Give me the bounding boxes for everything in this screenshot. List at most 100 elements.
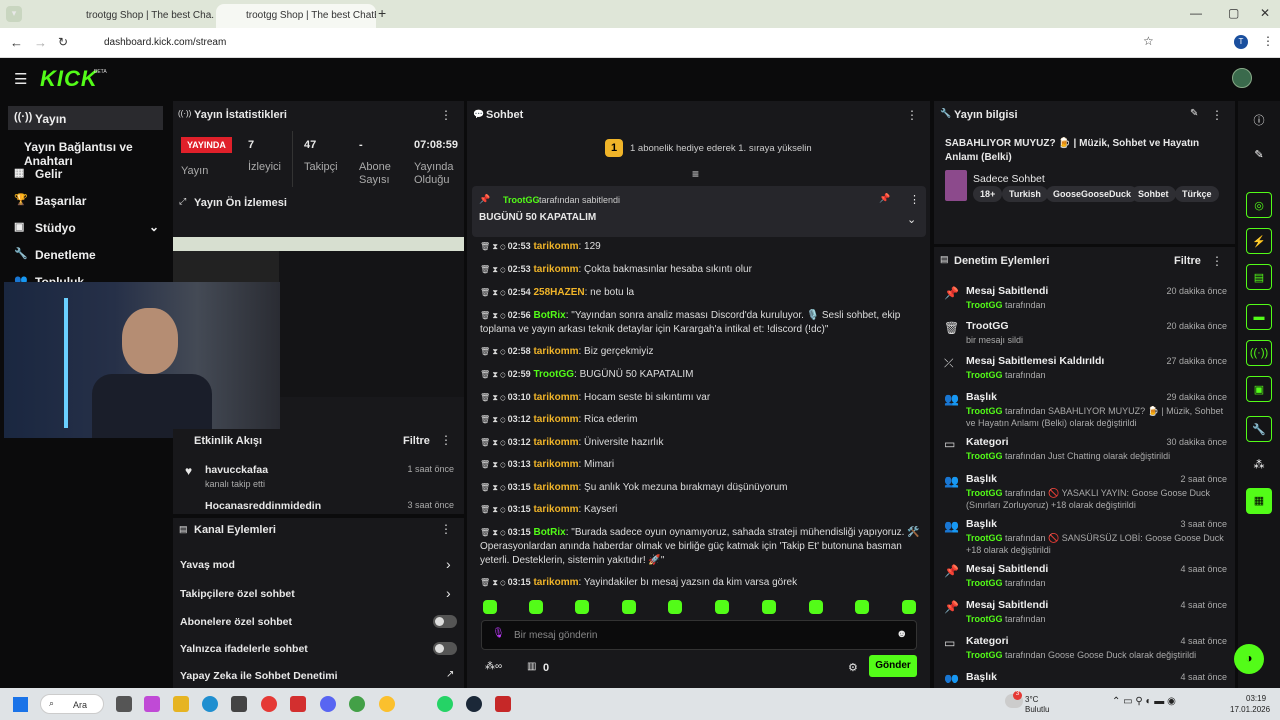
- copilot-icon[interactable]: [144, 696, 160, 712]
- emote-icon[interactable]: [529, 600, 543, 614]
- tag-badge[interactable]: Türkçe: [1175, 186, 1219, 202]
- pinned-message[interactable]: 📌 TrootGG tarafından sabitlendi BUGÜNÜ 5…: [472, 186, 926, 237]
- app-icon[interactable]: [495, 696, 511, 712]
- moderation-row[interactable]: 📌 Mesaj Sabitlendi 4 saat önce TrootGG tara…: [942, 599, 1227, 633]
- chat-message[interactable]: 🗑 ⧗ ⊙ 03:15 tarikomm: Şu anlık Yok mezun…: [480, 480, 920, 495]
- mod-actions-icon[interactable]: 🗑 ⧗ ⊙: [480, 242, 508, 251]
- external-link-icon[interactable]: ↗: [446, 669, 454, 680]
- chat-message[interactable]: 🗑 ⧗ ⊙ 02:53 tarikomm: 129: [480, 239, 920, 254]
- chrome-active-icon[interactable]: [379, 696, 395, 712]
- points-icon[interactable]: ⁂: [1246, 452, 1272, 478]
- hamburger-icon[interactable]: ☰: [14, 70, 27, 88]
- sidebar-item-stream-key[interactable]: Yayın Bağlantısı ve Anahtarı: [8, 134, 163, 168]
- taskview-icon[interactable]: [116, 696, 132, 712]
- message-username[interactable]: tarikomm: [533, 459, 578, 470]
- edge-icon[interactable]: [202, 696, 218, 712]
- reload-icon[interactable]: ↻: [58, 35, 68, 49]
- message-username[interactable]: tarikomm: [533, 241, 578, 252]
- layout-icon[interactable]: ▣: [1246, 376, 1272, 402]
- chat-message[interactable]: 🗑 ⧗ ⊙ 03:12 tarikomm: Üniversite hazırlı…: [480, 435, 920, 450]
- moderation-filter[interactable]: Filtre: [1174, 255, 1201, 267]
- mod-actions-icon[interactable]: 🗑 ⧗ ⊙: [480, 393, 508, 402]
- broadcast-icon[interactable]: ((·)): [1246, 340, 1272, 366]
- moderation-row[interactable]: 👥 Başlık 2 saat önce TrootGG tarafından 🚫 Y…: [942, 473, 1227, 510]
- steam-icon[interactable]: [466, 696, 482, 712]
- emote-icon[interactable]: [902, 600, 916, 614]
- message-username[interactable]: tarikomm: [533, 437, 578, 448]
- moderation-row[interactable]: 🗑 TrootGG 20 dakika önce bir mesajı sildi: [942, 320, 1227, 354]
- settings-icon[interactable]: ⚙: [848, 661, 858, 674]
- sidebar-item-gelir[interactable]: ▦ Gelir: [8, 161, 163, 185]
- chat-bubble-icon[interactable]: ▬: [1246, 304, 1272, 330]
- store-icon[interactable]: ▥: [527, 661, 536, 672]
- chat-message[interactable]: 🗑 ⧗ ⊙ 02:59 TrootGG: BUGÜNÜ 50 KAPATALIM: [480, 367, 920, 382]
- taskbar-search[interactable]: ⌕ Ara: [40, 694, 104, 714]
- chevron-right-icon[interactable]: ›: [446, 585, 451, 601]
- more-icon[interactable]: ⋮: [909, 193, 920, 206]
- sidebar-item-yayin[interactable]: ((·)) Yayın: [8, 106, 163, 130]
- chat-message[interactable]: 🗑 ⧗ ⊙ 02:53 tarikomm: Çokta bakmasınlar …: [480, 262, 920, 277]
- send-button[interactable]: Gönder: [869, 655, 917, 677]
- emote-icon[interactable]: [483, 600, 497, 614]
- moderation-row[interactable]: 📌 Mesaj Sabitlendi 20 dakika önce TrootGG t…: [942, 285, 1227, 319]
- clipboard-icon[interactable]: ▤: [1246, 264, 1272, 290]
- support-chat-button[interactable]: ◑: [1234, 644, 1264, 674]
- chrome-icon[interactable]: [261, 696, 277, 712]
- wrench-icon[interactable]: 🔧: [1246, 416, 1272, 442]
- explorer-icon[interactable]: [173, 696, 189, 712]
- maximize-button[interactable]: ▢: [1228, 6, 1239, 20]
- category-name[interactable]: Sadece Sohbet: [973, 173, 1045, 185]
- mod-actions-icon[interactable]: 🗑 ⧗ ⊙: [480, 460, 508, 469]
- sidebar-item-basarilar[interactable]: 🏆 Başarılar: [8, 188, 163, 212]
- app-l-icon[interactable]: [290, 696, 306, 712]
- message-username[interactable]: tarikomm: [533, 264, 578, 275]
- mod-actions-icon[interactable]: 🗑 ⧗ ⊙: [480, 347, 508, 356]
- url-text[interactable]: dashboard.kick.com/stream: [104, 37, 226, 48]
- mod-actions-icon[interactable]: 🗑 ⧗ ⊙: [480, 505, 508, 514]
- store-icon[interactable]: [231, 696, 247, 712]
- subs-only-toggle[interactable]: [433, 615, 457, 628]
- chat-message[interactable]: 🗑 ⧗ ⊙ 03:15 tarikomm: Kayseri: [480, 502, 920, 517]
- forward-icon[interactable]: →: [34, 35, 47, 50]
- moderator-name[interactable]: TrootGG: [966, 370, 1003, 380]
- bolt-icon[interactable]: ⚡: [1246, 228, 1272, 254]
- moderation-row[interactable]: ⤫ Mesaj Sabitlemesi Kaldırıldı 27 dakika ö…: [942, 355, 1227, 389]
- moderator-name[interactable]: TrootGG: [966, 533, 1003, 543]
- emote-only-toggle[interactable]: [433, 642, 457, 655]
- mod-actions-icon[interactable]: 🗑 ⧗ ⊙: [480, 370, 508, 379]
- tag-badge[interactable]: GooseGooseDuck: [1046, 186, 1139, 202]
- more-icon[interactable]: ⋮: [440, 433, 452, 447]
- moderator-name[interactable]: TrootGG: [966, 451, 1003, 461]
- moderator-name[interactable]: TrootGG: [966, 614, 1003, 624]
- emote-icon[interactable]: [668, 600, 682, 614]
- message-username[interactable]: tarikomm: [533, 392, 578, 403]
- sidebar-item-studyo[interactable]: ▣ Stüdyo ⌄: [8, 215, 163, 239]
- message-username[interactable]: tarikomm: [533, 504, 578, 515]
- browser-tab-2[interactable]: trootgg Shop | The best ChatB...: [216, 4, 376, 28]
- emote-icon[interactable]: [715, 600, 729, 614]
- moderation-row[interactable]: 📌 Mesaj Sabitlendi 4 saat önce TrootGG tara…: [942, 563, 1227, 597]
- message-username[interactable]: tarikomm: [533, 482, 578, 493]
- message-username[interactable]: 258HAZEN: [533, 287, 584, 298]
- message-username[interactable]: BotRix: [533, 310, 565, 321]
- activity-filter[interactable]: Filtre: [403, 435, 430, 447]
- tray-icons[interactable]: ⌃ ▭ ⚲ ◐ ▬ ◉: [1112, 696, 1176, 707]
- discord-icon[interactable]: [320, 696, 336, 712]
- more-icon[interactable]: ⋮: [440, 108, 452, 122]
- tag-badge[interactable]: Sohbet: [1131, 186, 1176, 202]
- chat-message[interactable]: 🗑 ⧗ ⊙ 03:10 tarikomm: Hocam seste bi sık…: [480, 390, 920, 405]
- moderation-row[interactable]: ▭ Kategori 30 dakika önce TrootGG tarafında…: [942, 436, 1227, 470]
- minimize-button[interactable]: —: [1190, 6, 1202, 20]
- moderator-name[interactable]: TrootGG: [966, 406, 1003, 416]
- more-icon[interactable]: ⋮: [1211, 108, 1223, 122]
- chevron-down-icon[interactable]: ⌄: [907, 213, 916, 226]
- sidebar-item-denetleme[interactable]: 🔧 Denetleme: [8, 242, 163, 266]
- back-icon[interactable]: ←: [10, 35, 23, 50]
- chrome-icon[interactable]: [349, 696, 365, 712]
- mod-actions-icon[interactable]: 🗑 ⧗ ⊙: [480, 438, 508, 447]
- message-username[interactable]: tarikomm: [533, 346, 578, 357]
- kick-logo[interactable]: KICK: [40, 66, 98, 92]
- info-icon[interactable]: ⓘ: [1246, 106, 1272, 132]
- more-icon[interactable]: ⋮: [906, 108, 918, 122]
- more-icon[interactable]: ⋮: [440, 522, 452, 536]
